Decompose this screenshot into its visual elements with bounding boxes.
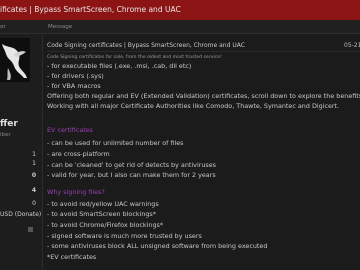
author-stat: 0 bbox=[31, 172, 36, 179]
post-line: - for executable files (.exe, .msi, .cab… bbox=[47, 62, 192, 70]
author-column-header: or bbox=[0, 24, 6, 30]
column-header: or Message bbox=[0, 20, 360, 34]
author-stat: 1 bbox=[32, 160, 36, 167]
post-line: - for drivers (.sys) bbox=[47, 72, 104, 80]
post-section-heading: Why signing files? bbox=[47, 188, 105, 196]
post-line: - signed software is much more trusted b… bbox=[47, 232, 202, 240]
post-title: Code Signing certificates | Bypass Smart… bbox=[47, 42, 245, 49]
donate-link[interactable]: USD (Donate) bbox=[0, 211, 41, 218]
post-line: - to avoid Chrome/Firefox blockings* bbox=[47, 221, 164, 229]
post-section-heading: EV certificates bbox=[47, 126, 94, 134]
post-line: Code Signing certificates for sale, from… bbox=[47, 55, 222, 60]
message-column-header: Message bbox=[48, 24, 73, 30]
post-line: - can be used for unlimited number of fi… bbox=[47, 139, 184, 147]
author-stat: 1 bbox=[32, 151, 36, 158]
author-username[interactable]: ffer bbox=[0, 119, 18, 129]
avatar[interactable] bbox=[0, 38, 30, 82]
post-line: - to avoid SmartScreen blockings* bbox=[47, 210, 156, 218]
post-line: *EV certificates bbox=[47, 253, 97, 261]
post-line: Working with all major Certificate Autho… bbox=[47, 102, 340, 110]
post-line: - can be 'cleaned' to get rid of detects… bbox=[47, 161, 216, 169]
post-line: - to avoid red/yellow UAC warnings bbox=[47, 200, 159, 208]
post-separator bbox=[47, 51, 360, 52]
post-line: - are cross-platform bbox=[47, 150, 110, 158]
author-stat: 4 bbox=[31, 187, 36, 194]
post-date: 05-21 bbox=[344, 42, 360, 49]
post-line: - some antiviruses block ALL unsigned so… bbox=[47, 242, 268, 250]
post-line: - valid for year, but I also can make th… bbox=[47, 171, 216, 179]
post-line: Offering both regular and EV (Extended V… bbox=[47, 92, 360, 100]
message-icon[interactable] bbox=[28, 227, 33, 232]
column-divider bbox=[42, 34, 43, 270]
author-rank: iber bbox=[0, 132, 11, 138]
author-panel: ffer iber 1 1 0 4 0 USD (Donate) bbox=[0, 34, 42, 270]
dragon-avatar-icon bbox=[0, 38, 30, 82]
thread-title-bar: ificates | Bypass SmartScreen, Chrome an… bbox=[0, 0, 360, 20]
author-stat: 0 bbox=[32, 200, 36, 207]
post-line: - for VBA macros bbox=[47, 82, 101, 90]
thread-title: ificates | Bypass SmartScreen, Chrome an… bbox=[0, 5, 181, 14]
post-body: Code Signing certificates | Bypass Smart… bbox=[47, 34, 360, 270]
